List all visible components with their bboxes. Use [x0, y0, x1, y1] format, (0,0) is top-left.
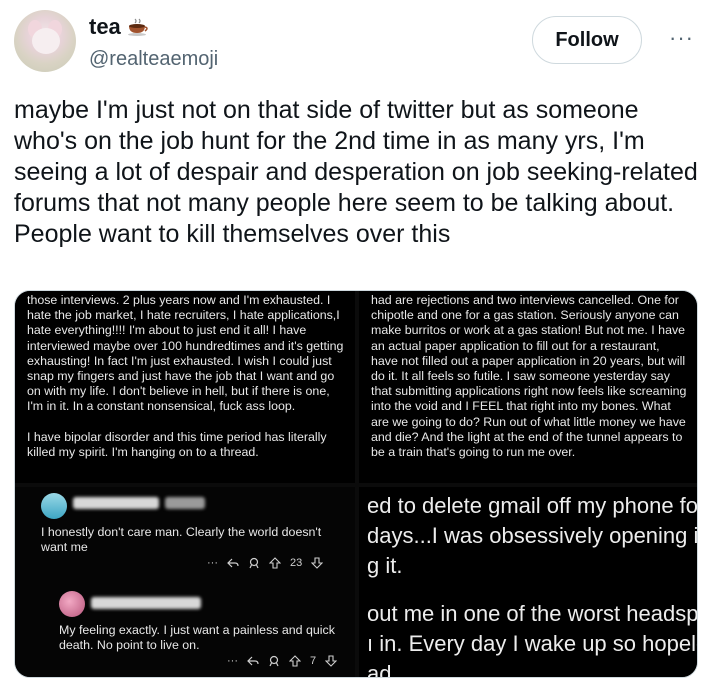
tweet-text: maybe I'm just not on that side of twitt…	[14, 96, 698, 248]
display-name[interactable]: tea	[89, 14, 121, 40]
upvote-icon[interactable]	[289, 655, 301, 667]
avatar[interactable]	[14, 10, 76, 72]
reply-icon[interactable]	[247, 655, 259, 667]
comment-actions: ··· 7	[227, 655, 338, 667]
award-icon[interactable]	[268, 655, 280, 667]
media-image-2[interactable]: had are rejections and two interviews ca…	[359, 291, 697, 483]
upvote-icon[interactable]	[269, 557, 281, 569]
screenshot-paragraph: had are rejections and two interviews ca…	[371, 293, 687, 460]
commenter-avatar	[59, 591, 85, 617]
screenshot-paragraph: I have bipolar disorder and this time pe…	[27, 429, 327, 459]
media-image-3[interactable]: I honestly don't care man. Clearly the w…	[15, 487, 355, 677]
vote-count: 7	[310, 655, 317, 667]
avatar-face	[32, 28, 60, 54]
name-row: tea	[89, 14, 149, 40]
media-image-1[interactable]: those interviews. 2 plus years now and I…	[15, 291, 355, 483]
screenshot-paragraph: ed to delete gmail off my phone fo days.…	[367, 493, 698, 578]
tweet-header: tea @realteaemoji Follow ···	[14, 8, 696, 72]
reddit-comment: My feeling exactly. I just want a painle…	[15, 587, 355, 677]
comment-text: My feeling exactly. I just want a painle…	[59, 623, 335, 652]
teacup-icon	[127, 18, 148, 36]
redacted-username	[165, 497, 205, 509]
vote-count: 23	[290, 557, 303, 569]
comment-text: I honestly don't care man. Clearly the w…	[41, 525, 322, 554]
downvote-icon[interactable]	[311, 557, 324, 569]
reply-icon[interactable]	[227, 557, 239, 569]
more-icon[interactable]: ···	[227, 655, 238, 667]
reddit-comment: I honestly don't care man. Clearly the w…	[15, 487, 355, 587]
screenshot-text: had are rejections and two interviews ca…	[359, 291, 697, 460]
redacted-username	[91, 597, 201, 609]
screenshot-text: ed to delete gmail off my phone fo days.…	[359, 487, 698, 678]
award-icon[interactable]	[248, 557, 260, 569]
screenshot-paragraph: out me in one of the worst headspa ı in.…	[367, 601, 698, 678]
screenshot-paragraph: those interviews. 2 plus years now and I…	[27, 293, 344, 414]
more-options-icon[interactable]: ···	[669, 27, 694, 49]
commenter-avatar	[41, 493, 67, 519]
media-grid[interactable]: those interviews. 2 plus years now and I…	[14, 290, 698, 678]
downvote-icon[interactable]	[325, 655, 338, 667]
follow-button[interactable]: Follow	[532, 16, 642, 64]
user-handle[interactable]: @realteaemoji	[89, 48, 218, 71]
media-image-4[interactable]: ed to delete gmail off my phone fo days.…	[359, 487, 698, 678]
more-icon[interactable]: ···	[207, 557, 218, 569]
comment-actions: ··· 23	[207, 557, 324, 569]
screenshot-text: those interviews. 2 plus years now and I…	[15, 291, 355, 460]
redacted-username	[73, 497, 159, 509]
